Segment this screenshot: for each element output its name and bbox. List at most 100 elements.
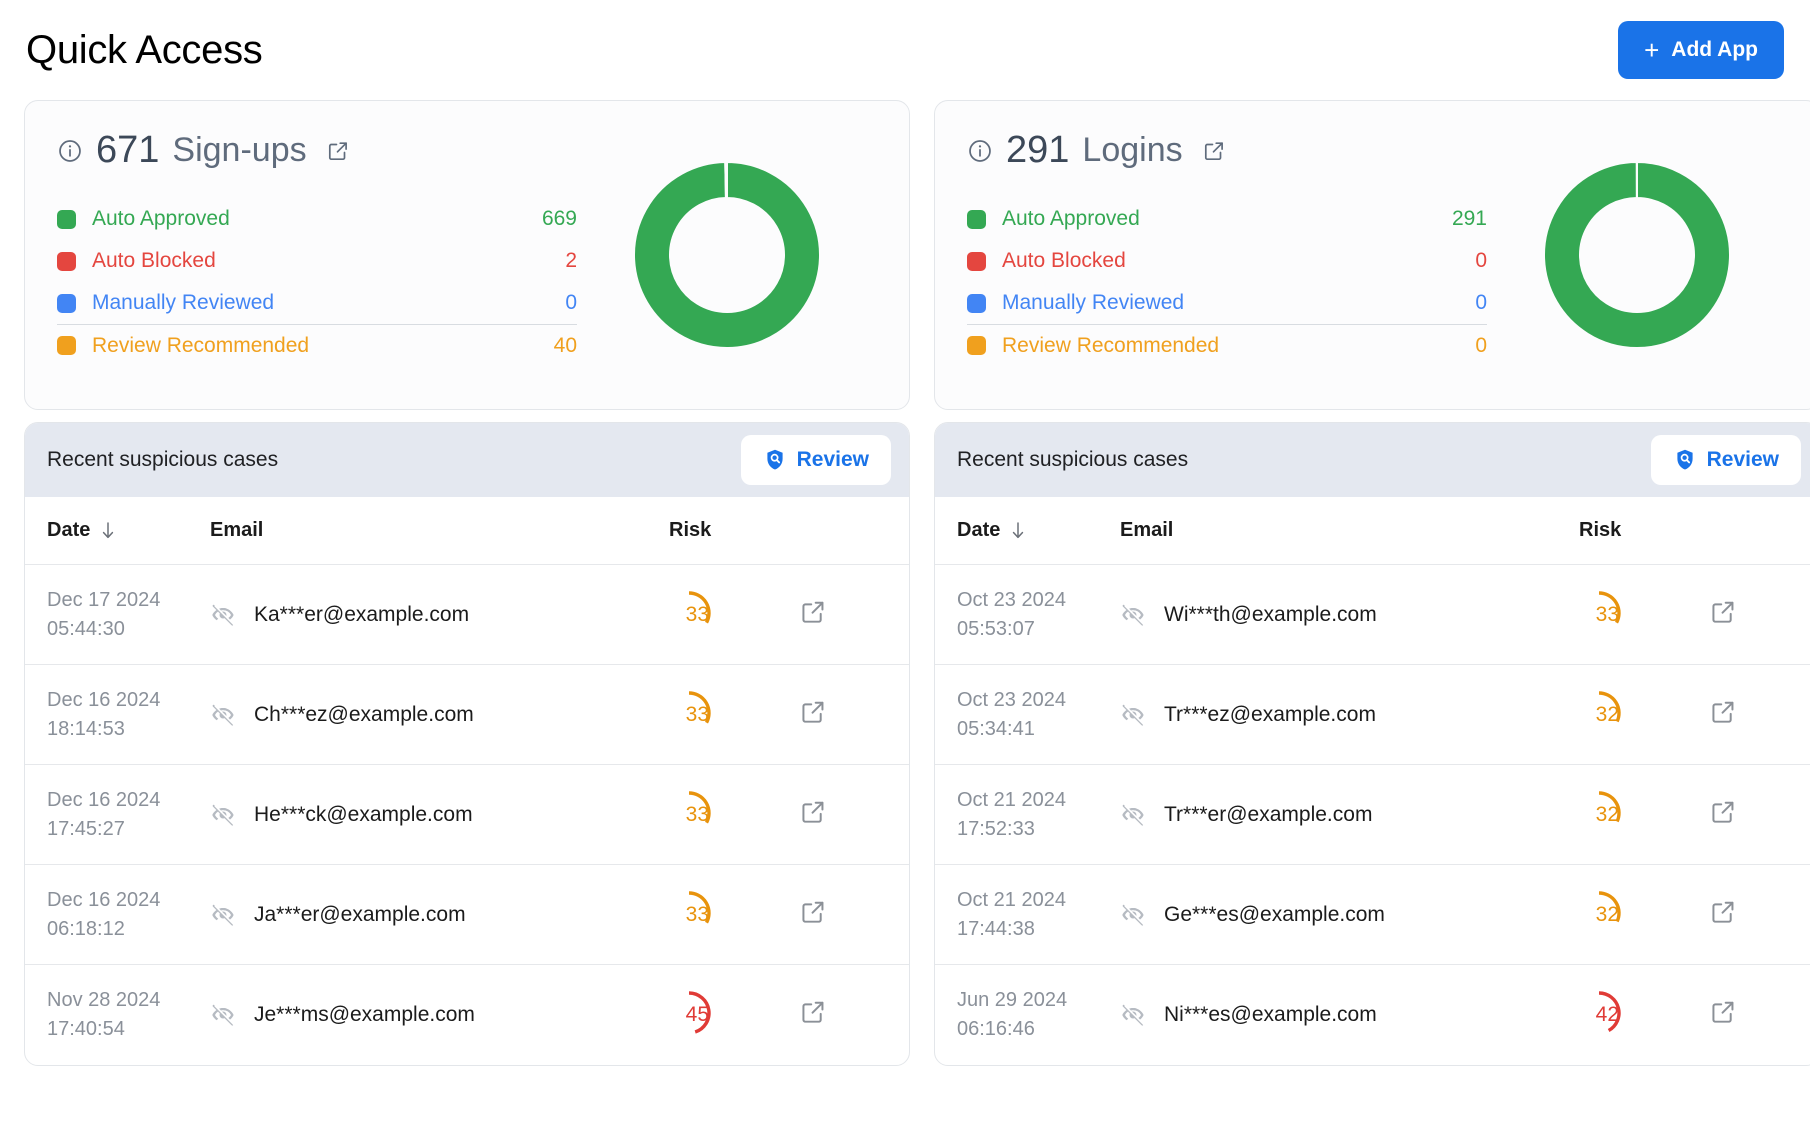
legend-value: 0 <box>1475 249 1487 272</box>
column-header-email[interactable]: Email <box>1120 497 1579 565</box>
cell-open-action <box>799 864 909 965</box>
column-header-date[interactable]: Date <box>935 497 1120 565</box>
cell-email: Tr***er@example.com <box>1120 764 1579 865</box>
table-row[interactable]: Nov 28 2024 17:40:54 Je***ms@example.com 45 <box>25 965 909 1065</box>
table-row[interactable]: Dec 16 2024 06:18:12 Ja***er@example.com 33 <box>25 864 909 965</box>
cell-risk: 32 <box>1579 664 1709 765</box>
summary-left: 291 Logins Auto Approved 291 Auto Blocked 0… <box>967 129 1487 366</box>
eye-off-icon[interactable] <box>1120 602 1146 628</box>
review-button[interactable]: Review <box>1650 435 1801 485</box>
open-in-new-icon[interactable] <box>799 701 827 730</box>
review-button[interactable]: Review <box>740 435 891 485</box>
cell-risk: 32 <box>1579 864 1709 965</box>
table-row[interactable]: Oct 21 2024 17:44:38 Ge***es@example.com 32 <box>935 864 1810 965</box>
table-row[interactable]: Dec 16 2024 18:14:53 Ch***ez@example.com 33 <box>25 664 909 765</box>
row-email: Ni***es@example.com <box>1164 1002 1377 1026</box>
cell-date: Oct 21 2024 17:52:33 <box>935 764 1120 865</box>
cell-risk: 33 <box>669 664 799 765</box>
cell-open-action <box>1709 664 1810 765</box>
legend-swatch-icon <box>57 209 76 229</box>
legend-row: Manually Reviewed 0 <box>967 282 1487 324</box>
table-row[interactable]: Oct 21 2024 17:52:33 Tr***er@example.com 32 <box>935 764 1810 865</box>
row-date: Oct 21 2024 <box>957 888 1066 911</box>
column-header-email[interactable]: Email <box>210 497 669 565</box>
row-date: Jun 29 2024 <box>957 988 1068 1011</box>
open-in-new-icon[interactable] <box>1709 901 1737 930</box>
cell-open-action <box>799 965 909 1065</box>
table-row[interactable]: Dec 17 2024 05:44:30 Ka***er@example.com 33 <box>25 564 909 665</box>
cell-open-action <box>1709 764 1810 865</box>
review-button-label: Review <box>1706 448 1779 471</box>
donut-chart <box>1487 156 1787 354</box>
open-in-new-icon[interactable] <box>1709 701 1737 730</box>
open-in-new-icon[interactable] <box>1709 601 1737 630</box>
cell-risk: 33 <box>669 764 799 865</box>
row-email: Ge***es@example.com <box>1164 902 1385 926</box>
legend-swatch-icon <box>57 293 76 313</box>
column-header-date[interactable]: Date <box>25 497 210 565</box>
plus-icon: + <box>1644 35 1660 65</box>
risk-gauge: 33 <box>669 784 735 846</box>
add-app-button[interactable]: + Add App <box>1618 21 1784 79</box>
add-app-label: Add App <box>1671 38 1758 61</box>
table-row[interactable]: Dec 16 2024 17:45:27 He***ck@example.com 33 <box>25 764 909 865</box>
cell-email: Ge***es@example.com <box>1120 864 1579 965</box>
legend-row: Auto Approved 669 <box>57 198 577 240</box>
info-icon <box>57 138 83 164</box>
eye-off-icon[interactable] <box>1120 902 1146 928</box>
column-header-risk[interactable]: Risk <box>669 497 799 565</box>
legend-row: Manually Reviewed 0 <box>57 282 577 324</box>
open-in-new-icon[interactable] <box>799 1002 827 1030</box>
open-in-new-icon[interactable] <box>799 901 827 930</box>
recent-cases-card: Recent suspicious cases Review Date Emai… <box>24 422 910 1066</box>
eye-off-icon[interactable] <box>210 902 236 928</box>
summary-label: Logins <box>1082 131 1183 169</box>
table-row[interactable]: Oct 23 2024 05:34:41 Tr***ez@example.com 32 <box>935 664 1810 765</box>
open-in-new-icon[interactable] <box>326 139 350 163</box>
cell-email: Tr***ez@example.com <box>1120 664 1579 765</box>
eye-off-icon[interactable] <box>210 1002 236 1028</box>
donut-chart <box>577 156 877 354</box>
cases-table-head: Date Email Risk <box>935 497 1810 565</box>
legend-label: Review Recommended <box>92 333 310 357</box>
cases-table: Date Email Risk <box>25 497 909 1065</box>
risk-gauge: 32 <box>1579 884 1645 946</box>
cell-risk: 42 <box>1579 965 1709 1065</box>
cell-email: Ka***er@example.com <box>210 564 669 665</box>
row-date: Oct 23 2024 <box>957 688 1066 711</box>
table-row[interactable]: Jun 29 2024 06:16:46 Ni***es@example.com 42 <box>935 965 1810 1065</box>
eye-off-icon[interactable] <box>210 702 236 728</box>
cell-email: Ni***es@example.com <box>1120 965 1579 1065</box>
eye-off-icon[interactable] <box>210 802 236 828</box>
eye-off-icon[interactable] <box>1120 702 1146 728</box>
row-time: 05:34:41 <box>957 717 1035 740</box>
open-in-new-icon[interactable] <box>1202 139 1226 163</box>
eye-off-icon[interactable] <box>1120 1002 1146 1028</box>
row-time: 17:40:54 <box>47 1017 125 1040</box>
recent-cases-title: Recent suspicious cases <box>47 448 279 471</box>
open-in-new-icon[interactable] <box>799 801 827 830</box>
table-row[interactable]: Oct 23 2024 05:53:07 Wi***th@example.com 33 <box>935 564 1810 665</box>
cell-risk: 45 <box>669 965 799 1065</box>
summary-card-1: 671 Sign-ups Auto Approved 669 Auto Blocke… <box>24 100 910 410</box>
cell-open-action <box>1709 864 1810 965</box>
column-header-risk[interactable]: Risk <box>1579 497 1709 565</box>
summary-heading: 291 Logins <box>967 129 1487 172</box>
eye-off-icon[interactable] <box>210 602 236 628</box>
cell-date: Jun 29 2024 06:16:46 <box>935 965 1120 1065</box>
cell-risk: 32 <box>1579 764 1709 865</box>
summary-legend: Auto Approved 669 Auto Blocked 2 Manually Re… <box>57 198 577 366</box>
open-in-new-icon[interactable] <box>1709 1002 1737 1030</box>
table-header-row: Date Email Risk <box>25 497 909 565</box>
row-email: Ka***er@example.com <box>254 602 470 626</box>
recent-cases-header: Recent suspicious cases Review <box>935 423 1810 497</box>
info-icon <box>967 138 993 164</box>
donut-slice <box>1543 160 1731 349</box>
open-in-new-icon[interactable] <box>799 601 827 630</box>
legend-swatch-icon <box>967 209 986 229</box>
column-header-email-label: Email <box>210 519 264 541</box>
sort-descending-icon <box>1010 521 1026 540</box>
eye-off-icon[interactable] <box>1120 802 1146 828</box>
row-date: Dec 16 2024 <box>47 688 161 711</box>
open-in-new-icon[interactable] <box>1709 801 1737 830</box>
